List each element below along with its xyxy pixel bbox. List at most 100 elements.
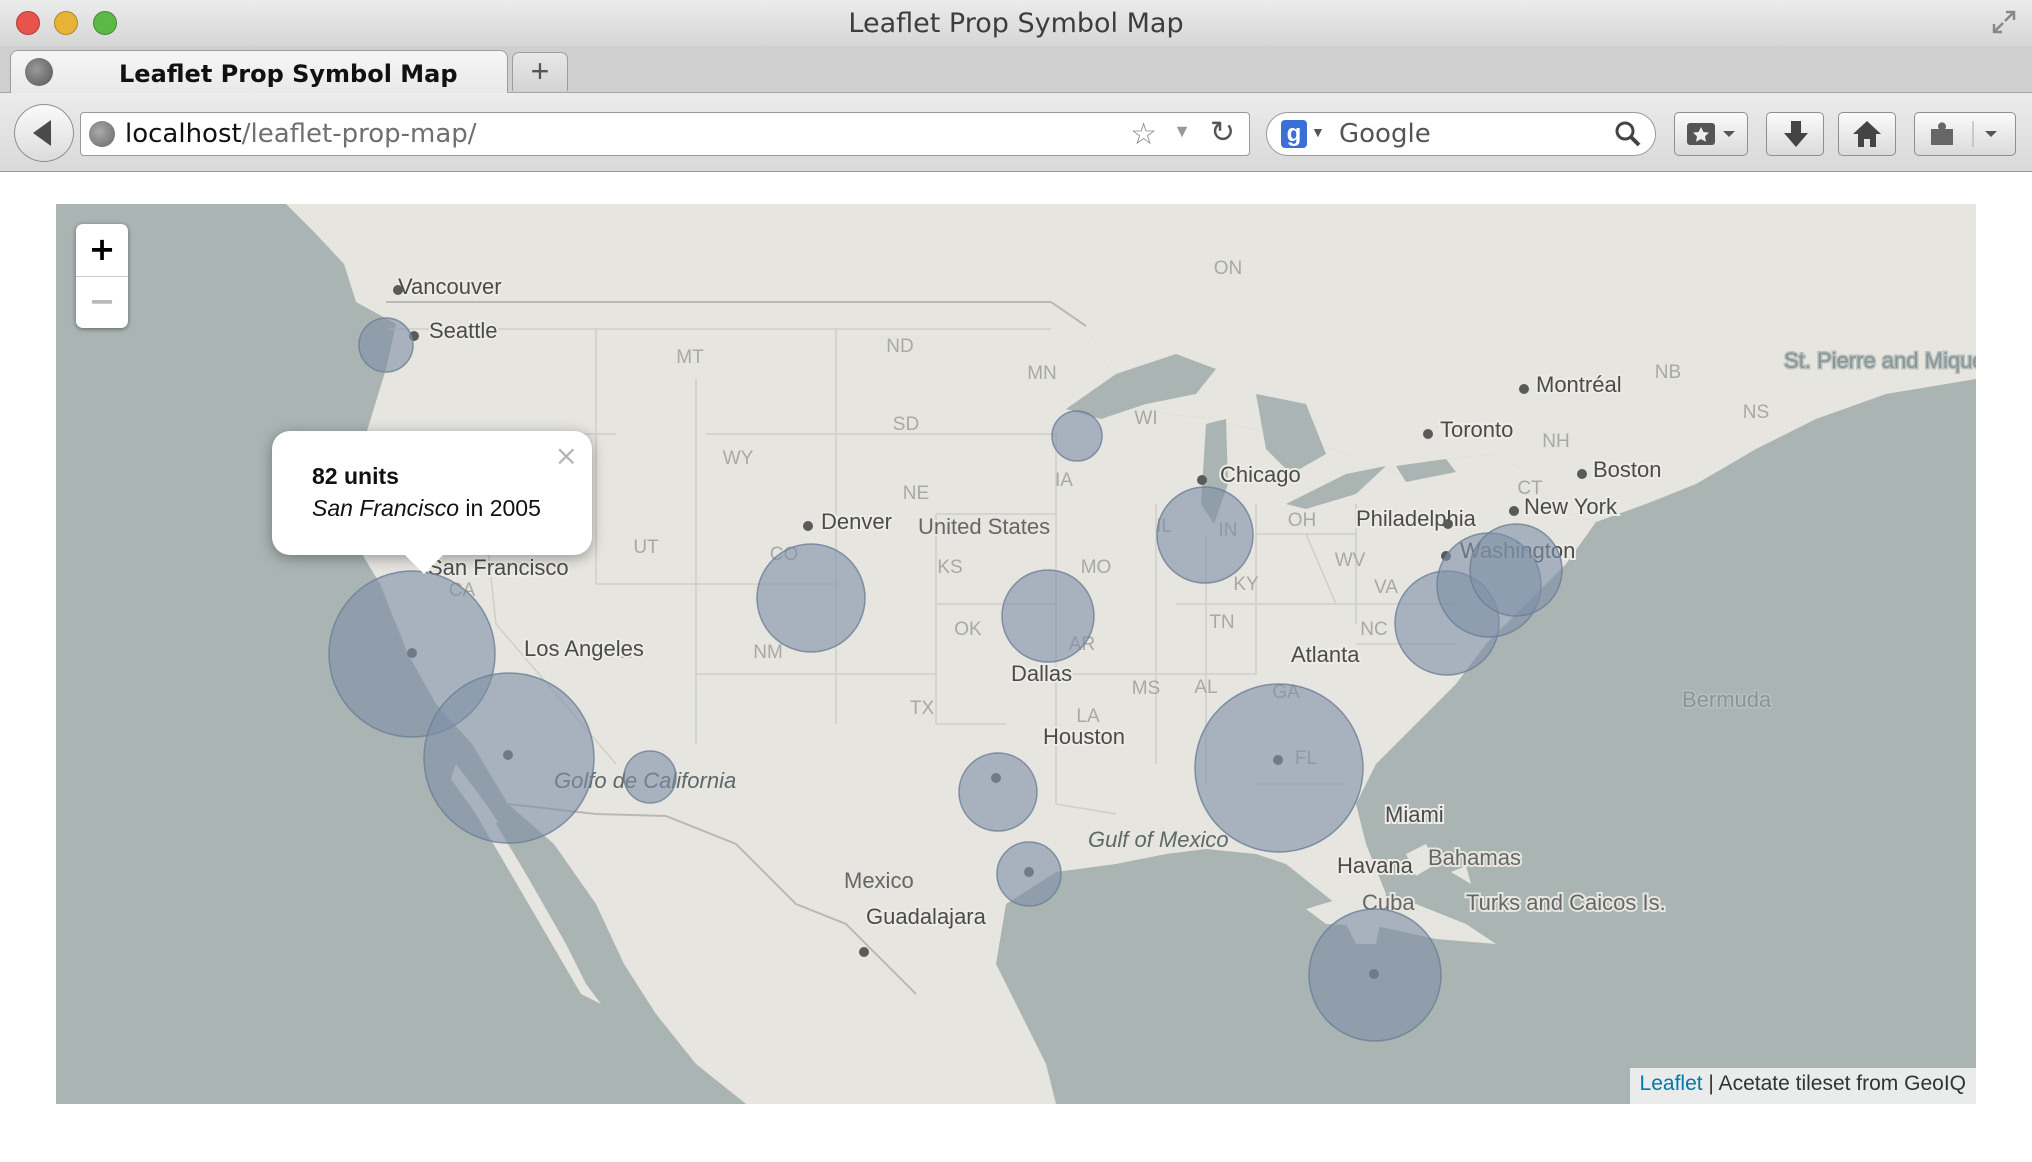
city-label: Dallas bbox=[1011, 661, 1072, 686]
prop-symbol-seattle[interactable] bbox=[358, 317, 414, 373]
prop-symbol-denver[interactable] bbox=[756, 543, 866, 653]
prop-symbol-dallas[interactable] bbox=[958, 752, 1038, 832]
state-label: MO bbox=[1081, 557, 1112, 578]
ocean-label: St. Pierre and Miquelon bbox=[1784, 348, 1976, 373]
bookmark-star-icon[interactable]: ☆ bbox=[1130, 117, 1157, 152]
search-bar[interactable]: g ▼ Google bbox=[1266, 112, 1656, 156]
prop-symbol-new-york[interactable] bbox=[1469, 523, 1563, 617]
country-label: Turks and Caicos Is. bbox=[1466, 890, 1666, 915]
city-label: Seattle bbox=[429, 318, 498, 343]
state-label: TN bbox=[1209, 612, 1234, 633]
reload-icon[interactable]: ↻ bbox=[1210, 115, 1235, 150]
attribution-text: | Acetate tileset from GeoIQ bbox=[1702, 1072, 1966, 1095]
prop-symbol-phoenix[interactable] bbox=[623, 750, 677, 804]
state-label: NH bbox=[1542, 431, 1569, 452]
country-label: Mexico bbox=[844, 868, 914, 893]
city-label: New York bbox=[1524, 494, 1618, 519]
city-label: Los Angeles bbox=[524, 636, 644, 661]
city-label: Toronto bbox=[1440, 417, 1513, 442]
city-label: Denver bbox=[821, 509, 892, 534]
state-label: UT bbox=[633, 537, 659, 558]
state-label: WI bbox=[1134, 408, 1157, 429]
ocean-label: Bermuda bbox=[1682, 687, 1772, 712]
state-label: MT bbox=[676, 347, 704, 368]
city-dot bbox=[803, 521, 813, 531]
popup-city: San Francisco bbox=[312, 495, 460, 521]
state-label: TX bbox=[910, 698, 935, 719]
symbol-popup: × 82 units San Francisco in 2005 bbox=[272, 431, 592, 555]
globe-icon bbox=[89, 121, 115, 147]
address-bar[interactable]: localhost/leaflet-prop-map/ ☆ ▼ ↻ bbox=[80, 112, 1250, 156]
state-label: KS bbox=[937, 557, 962, 578]
popup-close-button[interactable]: × bbox=[555, 439, 578, 472]
state-label: NC bbox=[1360, 619, 1387, 640]
addons-button[interactable] bbox=[1914, 112, 2016, 156]
state-label: SD bbox=[893, 414, 919, 435]
prop-symbol-miami[interactable] bbox=[1308, 908, 1442, 1042]
state-label: ON bbox=[1214, 258, 1243, 279]
state-label: MS bbox=[1132, 678, 1161, 699]
globe-icon bbox=[25, 58, 53, 86]
prop-symbol-kansas-city[interactable] bbox=[1001, 569, 1095, 663]
state-label: KY bbox=[1233, 574, 1259, 595]
prop-symbol-minneapolis[interactable] bbox=[1051, 410, 1103, 462]
state-label: AL bbox=[1194, 677, 1217, 698]
zoom-in-button[interactable]: + bbox=[76, 224, 128, 277]
city-label: Vancouver bbox=[398, 274, 502, 299]
zoom-out-button[interactable]: − bbox=[76, 276, 128, 328]
state-label: ND bbox=[886, 336, 913, 357]
popup-value: 82 units bbox=[312, 463, 399, 489]
tab-active[interactable]: Leaflet Prop Symbol Map bbox=[10, 50, 508, 93]
prop-symbol-atlanta[interactable] bbox=[1194, 683, 1364, 853]
tab-label: Leaflet Prop Symbol Map bbox=[119, 60, 458, 88]
fullscreen-icon[interactable] bbox=[1990, 8, 2018, 36]
city-dot bbox=[1443, 519, 1453, 529]
home-icon bbox=[1853, 121, 1881, 147]
url-text[interactable]: localhost/leaflet-prop-map/ bbox=[125, 119, 477, 149]
leaflet-link[interactable]: Leaflet bbox=[1640, 1072, 1703, 1095]
state-label: WV bbox=[1335, 550, 1366, 571]
bookmarks-button[interactable] bbox=[1674, 112, 1748, 156]
back-arrow-icon bbox=[33, 120, 51, 146]
search-input[interactable]: Google bbox=[1339, 119, 1431, 149]
water-label: Gulf of Mexico bbox=[1088, 827, 1229, 852]
history-dropdown-icon[interactable]: ▼ bbox=[1173, 121, 1191, 142]
search-icon[interactable] bbox=[1613, 119, 1643, 149]
download-icon bbox=[1784, 121, 1808, 147]
city-dot bbox=[859, 947, 869, 957]
map-container[interactable]: ONMTNDMNNBNSSDWINHWYIANECTOHILINNVUTCOKS… bbox=[56, 204, 1976, 1104]
popup-tip bbox=[402, 552, 446, 574]
prop-symbol-chicago[interactable] bbox=[1156, 486, 1254, 584]
city-dot bbox=[1519, 384, 1529, 394]
bookmark-icon bbox=[1687, 123, 1735, 145]
state-label: NS bbox=[1743, 402, 1769, 423]
city-label: Montréal bbox=[1536, 372, 1622, 397]
state-label: MN bbox=[1027, 363, 1057, 384]
window-title: Leaflet Prop Symbol Map bbox=[848, 8, 1184, 39]
city-label: Boston bbox=[1593, 457, 1662, 482]
state-label: OH bbox=[1288, 510, 1317, 531]
city-dot bbox=[1423, 429, 1433, 439]
city-label: Philadelphia bbox=[1356, 506, 1477, 531]
downloads-button[interactable] bbox=[1766, 112, 1824, 156]
prop-symbol-los-angeles[interactable] bbox=[423, 672, 595, 844]
city-label: Houston bbox=[1043, 724, 1125, 749]
engine-dropdown-icon[interactable]: ▼ bbox=[1311, 124, 1325, 140]
back-button[interactable] bbox=[14, 104, 74, 162]
city-label: Guadalajara bbox=[866, 904, 987, 929]
popup-detail: San Francisco in 2005 bbox=[312, 495, 541, 522]
city-label: San Francisco bbox=[428, 555, 569, 580]
state-label: NM bbox=[753, 642, 783, 663]
home-button[interactable] bbox=[1838, 112, 1896, 156]
state-label: OK bbox=[954, 619, 982, 640]
zoom-control: + − bbox=[76, 224, 128, 328]
state-label: WY bbox=[723, 448, 754, 469]
tab-strip: Leaflet Prop Symbol Map + bbox=[0, 46, 2032, 93]
new-tab-button[interactable]: + bbox=[512, 52, 568, 91]
map-attribution: Leaflet | Acetate tileset from GeoIQ bbox=[1629, 1068, 1976, 1104]
map-labels: ONMTNDMNNBNSSDWINHWYIANECTOHILINNVUTCOKS… bbox=[328, 258, 1976, 1042]
prop-symbol-houston[interactable] bbox=[996, 841, 1062, 907]
popup-year: in 2005 bbox=[459, 495, 541, 521]
google-icon[interactable]: g bbox=[1281, 120, 1307, 148]
state-label: NB bbox=[1655, 362, 1681, 383]
